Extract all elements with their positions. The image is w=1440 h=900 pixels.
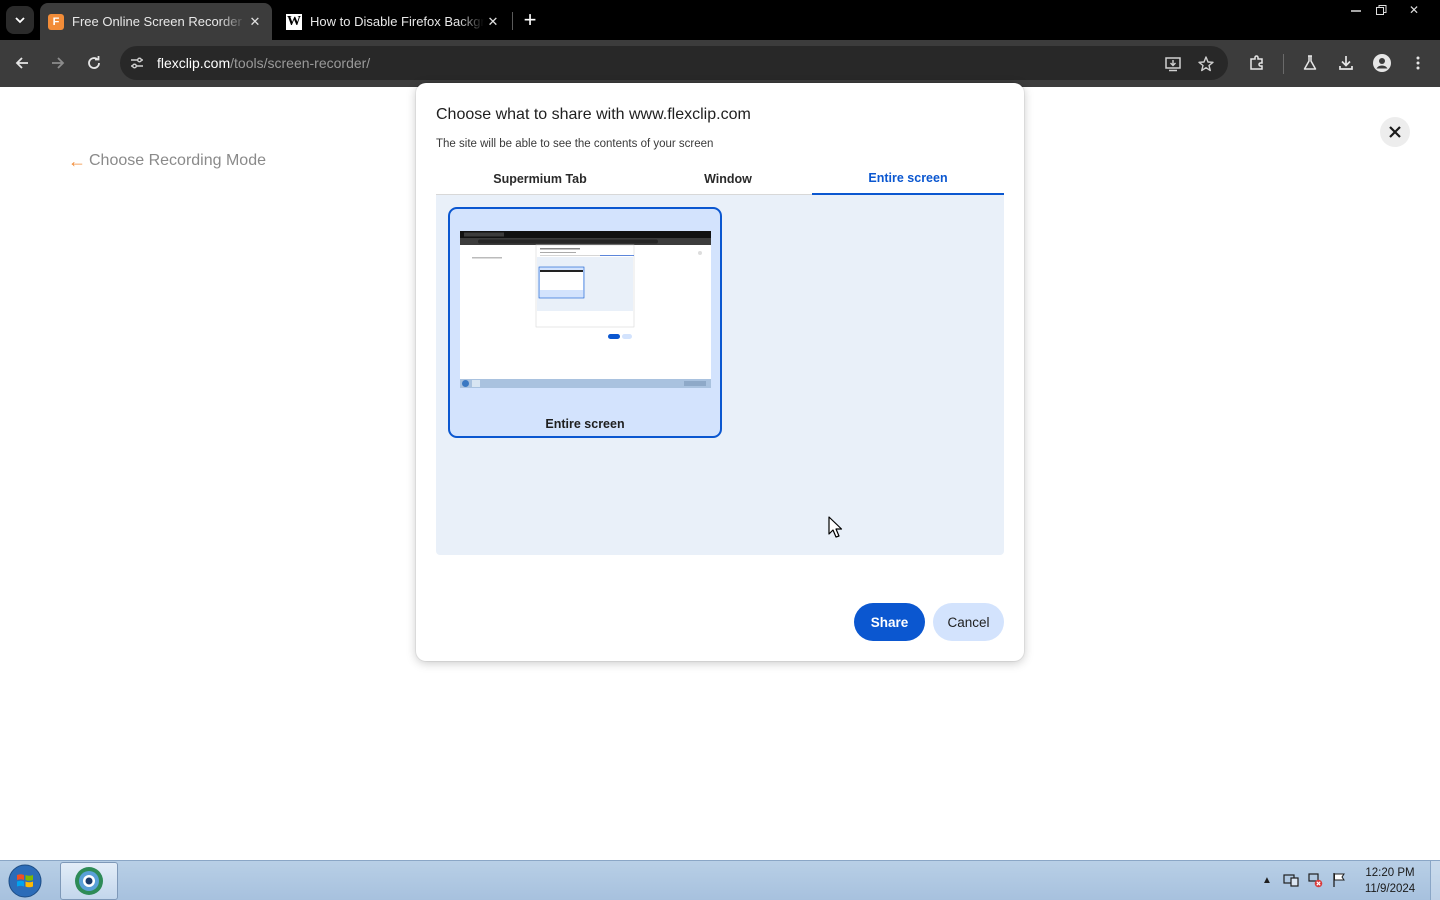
site-info-icon[interactable] bbox=[128, 54, 146, 72]
flag-icon[interactable] bbox=[1330, 871, 1348, 889]
close-tab-icon[interactable]: ✕ bbox=[484, 13, 502, 31]
dialog-title: Choose what to share with www.flexclip.c… bbox=[436, 106, 751, 123]
entire-screen-source-card[interactable]: Entire screen bbox=[448, 207, 722, 438]
tab-title: Free Online Screen Recorder & bbox=[72, 14, 246, 29]
share-button[interactable]: Share bbox=[854, 603, 925, 641]
bookmark-star-icon[interactable] bbox=[1195, 53, 1217, 75]
screen-preview-thumbnail bbox=[460, 231, 711, 388]
url-text[interactable]: flexclip.com/tools/screen-recorder/ bbox=[157, 55, 370, 71]
source-list-panel: Entire screen bbox=[436, 195, 1004, 555]
windows-logo-icon bbox=[8, 864, 42, 898]
profile-button[interactable] bbox=[1369, 50, 1395, 76]
clock-date: 11/9/2024 bbox=[1364, 883, 1416, 895]
new-tab-button[interactable]: + bbox=[518, 8, 542, 32]
browser-tab-strip: F Free Online Screen Recorder & ✕ W How … bbox=[0, 0, 1440, 40]
tab-window[interactable]: Window bbox=[644, 163, 812, 195]
reload-icon bbox=[88, 56, 100, 69]
back-button[interactable] bbox=[9, 50, 35, 76]
arrow-right-icon bbox=[52, 57, 65, 69]
tab-entire-screen[interactable]: Entire screen bbox=[812, 163, 1004, 195]
arrow-left-icon: ← bbox=[68, 151, 86, 171]
flexclip-icon: F bbox=[48, 13, 64, 30]
labs-button[interactable] bbox=[1297, 50, 1323, 76]
network-disconnected-icon[interactable] bbox=[1306, 871, 1324, 889]
taskbar-browser-app[interactable] bbox=[60, 862, 118, 900]
windows-taskbar: ▲ 12:20 PM 11/9/2024 bbox=[0, 860, 1440, 900]
close-window-icon[interactable]: ✕ bbox=[1399, 0, 1429, 20]
toolbar-divider bbox=[1283, 54, 1284, 74]
start-button[interactable] bbox=[6, 863, 44, 899]
tab-supermium-tab[interactable]: Supermium Tab bbox=[436, 163, 644, 195]
back-link-label: Choose Recording Mode bbox=[89, 152, 266, 169]
tab-search-button[interactable] bbox=[6, 6, 34, 34]
browser-menu-button[interactable] bbox=[1405, 50, 1431, 76]
close-icon bbox=[1389, 126, 1401, 138]
arrow-left-icon bbox=[15, 57, 28, 69]
extensions-button[interactable] bbox=[1244, 50, 1270, 76]
cancel-button[interactable]: Cancel bbox=[933, 603, 1004, 641]
url-host: flexclip.com bbox=[157, 55, 231, 71]
address-bar[interactable]: flexclip.com/tools/screen-recorder/ bbox=[120, 46, 1228, 80]
screen-share-dialog: Choose what to share with www.flexclip.c… bbox=[416, 83, 1024, 661]
downloads-button[interactable] bbox=[1333, 50, 1359, 76]
mouse-pointer-icon bbox=[828, 516, 843, 538]
clock-time: 12:20 PM bbox=[1365, 867, 1415, 879]
restore-icon[interactable] bbox=[1366, 0, 1396, 20]
download-icon bbox=[1339, 56, 1353, 70]
supermium-browser-icon bbox=[75, 867, 103, 895]
source-type-tabs: Supermium Tab Window Entire screen bbox=[436, 163, 1004, 195]
reload-button[interactable] bbox=[81, 50, 107, 76]
action-center-icon[interactable] bbox=[1282, 871, 1300, 889]
chevron-down-icon bbox=[15, 17, 25, 24]
choose-recording-mode-link[interactable]: ← Choose Recording Mode bbox=[68, 152, 266, 170]
wikipedia-w-icon: W bbox=[286, 13, 302, 30]
close-tab-icon[interactable]: ✕ bbox=[246, 13, 264, 31]
browser-toolbar: flexclip.com/tools/screen-recorder/ bbox=[0, 40, 1440, 87]
tab-title: How to Disable Firefox Backgro bbox=[310, 14, 484, 29]
install-app-icon[interactable] bbox=[1162, 53, 1184, 75]
profile-avatar-icon bbox=[1373, 54, 1391, 72]
tab-flexclip[interactable]: F Free Online Screen Recorder & ✕ bbox=[40, 3, 272, 40]
tab-wikihow[interactable]: W How to Disable Firefox Backgro ✕ bbox=[278, 3, 510, 40]
flask-icon bbox=[1303, 55, 1317, 70]
dialog-subtitle: The site will be able to see the content… bbox=[436, 138, 714, 150]
source-card-label: Entire screen bbox=[545, 417, 625, 431]
close-recorder-button[interactable] bbox=[1380, 117, 1410, 147]
more-vertical-icon bbox=[1416, 56, 1420, 70]
puzzle-icon bbox=[1250, 55, 1263, 70]
url-path: /tools/screen-recorder/ bbox=[230, 55, 371, 71]
forward-button[interactable] bbox=[45, 50, 71, 76]
show-desktop-button[interactable] bbox=[1430, 861, 1440, 900]
show-hidden-icons-icon[interactable]: ▲ bbox=[1258, 871, 1276, 889]
tab-divider bbox=[512, 12, 513, 30]
system-clock[interactable]: 12:20 PM 11/9/2024 bbox=[1356, 865, 1424, 897]
